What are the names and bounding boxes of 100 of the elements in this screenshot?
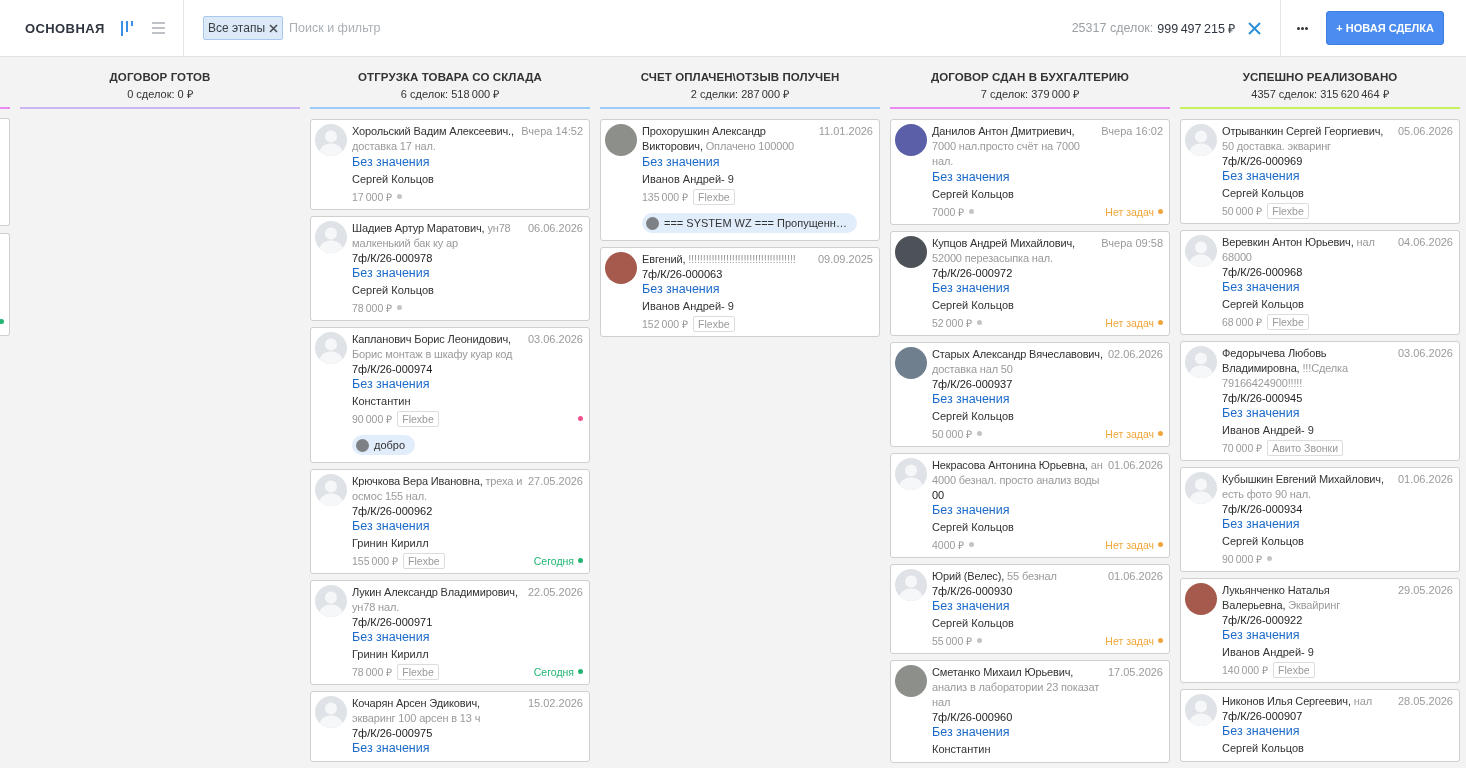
status-dot [969, 209, 975, 214]
responsible-user: Иванов Андрей- 9 [1222, 423, 1314, 438]
deal-card[interactable]: Никонов Илья Сергеевич, нал 28.05.2026 7ф/К/26-000907 Без значения Сергей Кольцов [1180, 689, 1460, 762]
column-title: УСПЕШНО РЕАЛИЗОВАНО [1242, 70, 1398, 85]
deal-card[interactable]: Веревкин Антон Юрьевич, нал 68000 04.06.2026 7ф/К/26-000968 Без значения Сергей Кольцов 68 000 ₽ Flexbe [1180, 230, 1460, 335]
deal-price: 70 000 ₽ [1222, 440, 1263, 455]
field-value: Без значения [352, 154, 430, 171]
deal-price: 155 000 ₽ [352, 553, 399, 568]
task-status: Сегодня [533, 665, 574, 678]
more-icon[interactable] [1297, 26, 1309, 30]
column-title: СЧЕТ ОПЛАЧЕН\ОТЗЫВ ПОЛУЧЕН [640, 70, 840, 85]
board-title: ОСНОВНАЯ [25, 20, 105, 36]
deal-number: 7ф/К/26-000937 [932, 377, 1013, 391]
deal-number: 7ф/К/26-000930 [932, 584, 1013, 598]
deal-number: 7ф/К/26-000934 [1222, 502, 1303, 516]
task-status: Сегодня [533, 554, 574, 567]
deal-card[interactable]: Шадиев Артур Маратович, ун78 малкенький бак ку ар 06.06.2026 7ф/К/26-000978 Без значения Сергей Кольцов 78 000 ₽ [310, 216, 590, 321]
task-status: Нет задач [1105, 205, 1154, 218]
column-summary: 7 сделок: 379 000 ₽ [980, 87, 1080, 102]
responsible-user: Сергей Кольцов [932, 187, 1014, 202]
deal-card[interactable]: Данилов Антон Дмитриевич, 7000 нал.просто счёт на 7000 нал. Вчера 16:02 Без значения Сергей Кольцов 7000 ₽ Нет задач [890, 119, 1170, 225]
deal-title: Данилов Антон Дмитриевич, 7000 нал.просто счёт на 7000 нал. [932, 124, 1081, 169]
deal-card[interactable]: Евгений, !!!!!!!!!!!!!!!!!!!!!!!!!!!!!!!!!!!!! 09.09.2025 7ф/К/26-000063 Без значения Иванов Андрей- 9 152 000 ₽ Flexbe [600, 247, 880, 337]
field-value: Без значения [932, 598, 1010, 615]
deal-date: 05.06.2026 [1397, 124, 1453, 139]
field-value: Без значения [352, 265, 430, 282]
responsible-user: Сергей Кольцов [932, 616, 1014, 631]
responsible-user: Сергей Кольцов [1222, 741, 1304, 756]
status-dot [397, 305, 403, 310]
deal-card[interactable]: Федорычева Любовь Владимировна, !!!Сделка 79166424900!!!!! 03.06.2026 7ф/К/26-000945 Без значения Иванов Андрей- 9 70 000 ₽ Авито Звонки [1180, 341, 1460, 461]
source-tag: Flexbe [1267, 313, 1309, 330]
deal-date: Вчера 16:02 [1101, 124, 1163, 139]
status-dot [1267, 556, 1273, 561]
message-bubble[interactable]: === SYSTEM WZ === Пропущенн… [642, 213, 857, 233]
deal-number: 7ф/К/26-000974 [352, 362, 433, 376]
search-field[interactable]: Поиск и фильтр [289, 21, 590, 35]
deal-date: 01.06.2026 [1107, 569, 1163, 584]
source-tag: Flexbe [1267, 202, 1309, 219]
list-icon[interactable] [151, 22, 165, 34]
deal-price: 152 000 ₽ [642, 316, 689, 331]
deal-date: 02.06.2026 [1107, 347, 1163, 362]
source-tag: Flexbe [693, 315, 735, 332]
responsible-user: Сергей Кольцов [1222, 534, 1304, 549]
deal-card[interactable]: Крючкова Вера Ивановна, треха и осмос 155 нал. 27.05.2026 7ф/К/26-000962 Без значения Гринин Кирилл 155 000 ₽ Flexbe Сегодня [310, 469, 590, 574]
task-status: Нет задач [1105, 316, 1154, 329]
deal-number: 7ф/К/26-000975 [352, 726, 433, 740]
deal-price: 78 000 ₽ [352, 300, 393, 315]
field-value: Без значения [1222, 279, 1300, 296]
deal-price: 50 000 ₽ [1222, 203, 1263, 218]
message-text: === SYSTEM WZ === Пропущенн… [664, 217, 847, 229]
deal-title: Никонов Илья Сергеевич, нал [1222, 694, 1373, 709]
deal-date: 03.06.2026 [527, 332, 583, 347]
deal-card[interactable]: Капланович Борис Леонидович, Борис монтаж в шкафу куар код 03.06.2026 7ф/К/26-000974 Без значения Константин 90 000 ₽ Flexbe добро [310, 327, 590, 463]
deal-date: 15.02.2026 [527, 696, 583, 711]
column-title: ДОГОВОР ГОТОВ [109, 70, 211, 85]
message-text: добро [374, 439, 406, 451]
column-summary: 4357 сделок: 315 620 464 ₽ [1251, 87, 1389, 102]
message-bubble[interactable]: добро [352, 435, 416, 455]
deal-card[interactable]: Лукин Александр Владимирович, ун78 нал. 22.05.2026 7ф/К/26-000971 Без значения Гринин Кирилл 78 000 ₽ Flexbe Сегодня [310, 580, 590, 685]
deal-card[interactable]: Купцов Андрей Михайлович, 52000 перезасыпка нал. Вчера 09:58 7ф/К/26-000972 Без значения Сергей Кольцов 52 000 ₽ Нет задач [890, 231, 1170, 336]
filter-chip[interactable]: Все этапы [203, 16, 284, 40]
deal-title: Старых Александр Вячеславович, доставка нал 50 [932, 347, 1103, 377]
deal-price: 140 000 ₽ [1222, 662, 1269, 677]
responsible-user: Гринин Кирилл [352, 536, 429, 551]
photo-placeholder [646, 216, 659, 230]
deal-number: 7ф/К/26-000063 [642, 267, 723, 281]
deal-number: 7ф/К/26-000972 [932, 266, 1013, 280]
task-status: Нет задач [1105, 538, 1154, 551]
deal-price: 135 000 ₽ [642, 189, 689, 204]
deal-card[interactable]: Хорольский Вадим Алексеевич., доставка 17 нал. Вчера 14:52 Без значения Сергей Кольцов 17 000 ₽ [310, 119, 590, 210]
deal-date: Вчера 09:58 [1101, 236, 1163, 251]
deal-card[interactable]: Отрыванкин Сергей Георгиевич, 50 доставка. экваринг 05.06.2026 7ф/К/26-000969 Без значения Сергей Кольцов 50 000 ₽ Flexbe [1180, 119, 1460, 224]
close-icon[interactable] [269, 23, 279, 33]
deal-card[interactable]: Сметанко Михаил Юрьевич, анализ в лаборатории 23 показат нал 17.05.2026 7ф/К/26-000960 Без значения Константин [890, 660, 1170, 763]
kanban-icon[interactable] [120, 20, 133, 36]
responsible-user: Иванов Андрей- 9 [642, 172, 734, 187]
deal-number: 7ф/К/26-000962 [352, 504, 433, 518]
status-dot [397, 194, 403, 199]
field-value: Без значения [352, 629, 430, 646]
deal-title: Сметанко Михаил Юрьевич, анализ в лаборатории 23 показат нал [932, 665, 1101, 710]
responsible-user: Иванов Андрей- 9 [1222, 645, 1314, 660]
status-dot [969, 542, 975, 547]
deal-price: 4000 ₽ [932, 537, 965, 552]
column-title: ОТГРУЗКА ТОВАРА СО СКЛАДА [357, 70, 542, 85]
deal-card[interactable]: Лукьянченко Наталья Валерьевна, Эквайринг 29.05.2026 7ф/К/26-000922 Без значения Иванов Андрей- 9 140 000 ₽ Flexbe [1180, 578, 1460, 683]
deal-card[interactable]: Кубышкин Евгений Михайлович, есть фото 90 нал. 01.06.2026 7ф/К/26-000934 Без значения Сергей Кольцов 90 000 ₽ [1180, 467, 1460, 572]
deal-price: 7000 ₽ [932, 204, 965, 219]
deal-title: Шадиев Артур Маратович, ун78 малкенький бак ку ар [352, 221, 512, 251]
deal-card[interactable]: Прохорушкин Александр Викторович, Оплачено 100000 11.01.2026 Без значения Иванов Андрей- 9 135 000 ₽ Flexbe === SYSTEM WZ === Пропущенн… [600, 119, 880, 241]
deal-card[interactable]: Некрасова Антонина Юрьевна, ан 4000 безнал. просто анализ воды 01.06.2026 00 Без значения Сергей Кольцов 4000 ₽ Нет задач [890, 453, 1170, 558]
close-icon[interactable] [1248, 21, 1262, 35]
deal-card[interactable]: Старых Александр Вячеславович, доставка нал 50 02.06.2026 7ф/К/26-000937 Без значения Сергей Кольцов 50 000 ₽ Нет задач [890, 342, 1170, 447]
source-tag: Flexbe [403, 552, 445, 569]
deal-price: 90 000 ₽ [352, 411, 393, 426]
field-value: Без значения [932, 502, 1010, 519]
source-tag: Flexbe [693, 188, 735, 205]
deal-price: 17 000 ₽ [352, 189, 393, 204]
deal-card[interactable]: Кочарян Арсен Эдикович, экваринг 100 арсен в 13 ч 15.02.2026 7ф/К/26-000975 Без значения [310, 691, 590, 762]
responsible-user: Константин [932, 742, 991, 757]
deal-card[interactable]: Юрий (Велес), 55 безнал 01.06.2026 7ф/К/26-000930 Без значения Сергей Кольцов 55 000 ₽ Нет задач [890, 564, 1170, 654]
